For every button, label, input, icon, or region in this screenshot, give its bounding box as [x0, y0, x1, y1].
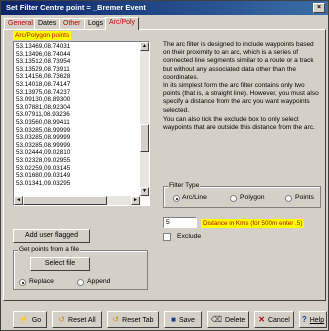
- list-item[interactable]: 53.13469,08.74031: [16, 43, 140, 51]
- scroll-up-icon[interactable]: ▲: [140, 42, 149, 51]
- points-radio[interactable]: [285, 195, 292, 202]
- polygon-radio[interactable]: [230, 195, 237, 202]
- tab-other[interactable]: Other: [59, 18, 85, 29]
- list-item[interactable]: 53.07881,08.92304: [16, 104, 140, 112]
- scroll-right-icon[interactable]: ►: [131, 196, 140, 205]
- list-item[interactable]: 53.03560,08.99411: [16, 119, 140, 127]
- polygon-label: Polygon: [240, 194, 265, 201]
- scroll-left-icon[interactable]: ◄: [14, 196, 23, 205]
- select-file-button[interactable]: Select file: [30, 257, 90, 271]
- points-list: 53.13469,08.74031 53.13496,08.74044 53.135…: [16, 43, 140, 187]
- append-radio[interactable]: [77, 279, 84, 286]
- list-item[interactable]: 53.02328,09.02955: [16, 157, 140, 165]
- window-title: Set Filter Centre point = _Bremer Event: [6, 3, 146, 12]
- tab-logs[interactable]: Logs: [84, 18, 108, 29]
- points-header: Arc/Polygon points: [13, 31, 72, 40]
- tab-general[interactable]: General: [4, 18, 37, 29]
- list-item[interactable]: 53.03285,08.99999: [16, 127, 140, 135]
- close-button[interactable]: ×: [313, 3, 325, 13]
- trash-icon: ⌫: [210, 315, 223, 324]
- list-item[interactable]: 53.14156,08.73628: [16, 73, 140, 81]
- reset-tab-button[interactable]: ↺ Reset Tab: [107, 311, 159, 328]
- help-icon: ?: [301, 315, 307, 324]
- vertical-scrollbar[interactable]: ▲ ▼: [140, 42, 149, 196]
- cancel-icon: ✕: [258, 315, 265, 324]
- arc-line-label: Arc/Line: [182, 194, 207, 201]
- get-points-title: Get points from a file: [18, 246, 80, 253]
- save-label: Save: [178, 317, 195, 324]
- list-item[interactable]: 53.03285,08.99999: [16, 142, 140, 150]
- list-item[interactable]: 53.01680,09.03149: [16, 172, 140, 180]
- title-bar: Set Filter Centre point = _Bremer Event …: [1, 1, 328, 15]
- horizontal-scrollbar[interactable]: ◄ ►: [14, 196, 140, 205]
- list-item[interactable]: 53.01341,09.03295: [16, 180, 140, 188]
- add-user-flagged-button[interactable]: Add user flagged: [13, 229, 90, 243]
- go-label: Go: [31, 317, 42, 324]
- list-item[interactable]: 53.13529,08.73911: [16, 66, 140, 74]
- reset-all-label: Reset All: [68, 317, 96, 324]
- list-item[interactable]: 53.13512,08.73954: [16, 58, 140, 66]
- list-item[interactable]: 53.13975,08.74237: [16, 89, 140, 97]
- list-item[interactable]: 53.13496,08.74044: [16, 51, 140, 59]
- list-item[interactable]: 53.03285,08.99999: [16, 134, 140, 142]
- append-label: Append: [87, 278, 111, 285]
- exclude-label: Exclude: [177, 233, 202, 240]
- list-item[interactable]: 53.02259,09.03145: [16, 165, 140, 173]
- list-item[interactable]: 53.07911,08.93236: [16, 111, 140, 119]
- description-paragraph-3: You can also tick the exclude box to onl…: [163, 116, 315, 132]
- save-button[interactable]: ■ Save: [164, 311, 202, 328]
- cancel-button[interactable]: ✕ Cancel: [254, 311, 294, 328]
- reset-tab-label: Reset Tab: [122, 317, 154, 324]
- vertical-scroll-thumb[interactable]: [140, 124, 149, 152]
- list-item[interactable]: 53.14018,08.74147: [16, 81, 140, 89]
- cancel-label: Cancel: [267, 317, 290, 324]
- exclude-checkbox[interactable]: [163, 233, 171, 241]
- distance-input[interactable]: 5: [163, 217, 197, 228]
- points-listbox[interactable]: 53.13469,08.74031 53.13496,08.74044 53.135…: [13, 41, 150, 206]
- tab-dates[interactable]: Dates: [34, 18, 61, 29]
- description-paragraph-2: In its simplest form the arc filter cont…: [163, 82, 319, 114]
- set-filter-window: Set Filter Centre point = _Bremer Event …: [0, 0, 329, 331]
- description-paragraph-1: The arc filter is designed to include wa…: [163, 41, 314, 81]
- filter-type-title: Filter Type: [168, 182, 201, 189]
- go-button[interactable]: ⚡ Go: [13, 311, 47, 328]
- delete-label: Delete: [225, 317, 246, 324]
- save-icon: ■: [171, 315, 176, 324]
- arc-line-radio[interactable]: [173, 195, 180, 202]
- reset-tab-icon: ↺: [112, 315, 120, 324]
- tab-arc-poly[interactable]: Arc/Poly: [105, 17, 140, 30]
- horizontal-scroll-thumb[interactable]: [23, 196, 107, 205]
- replace-label: Replace: [29, 278, 54, 285]
- reset-all-icon: ↺: [58, 315, 66, 324]
- distance-label: Distance in Kms (for 500m enter .5): [201, 219, 305, 228]
- scroll-down-icon[interactable]: ▼: [140, 187, 149, 196]
- help-button[interactable]: ? Help: [299, 311, 327, 328]
- reset-all-button[interactable]: ↺ Reset All: [52, 311, 102, 328]
- replace-radio[interactable]: [19, 279, 26, 286]
- points-label: Points: [295, 194, 314, 201]
- go-icon: ⚡: [18, 315, 29, 324]
- list-item[interactable]: 53.09130,08.89300: [16, 96, 140, 104]
- delete-button[interactable]: ⌫ Delete: [207, 311, 249, 328]
- help-label: Help: [309, 317, 325, 324]
- list-item[interactable]: 53.02444,09.02810: [16, 149, 140, 157]
